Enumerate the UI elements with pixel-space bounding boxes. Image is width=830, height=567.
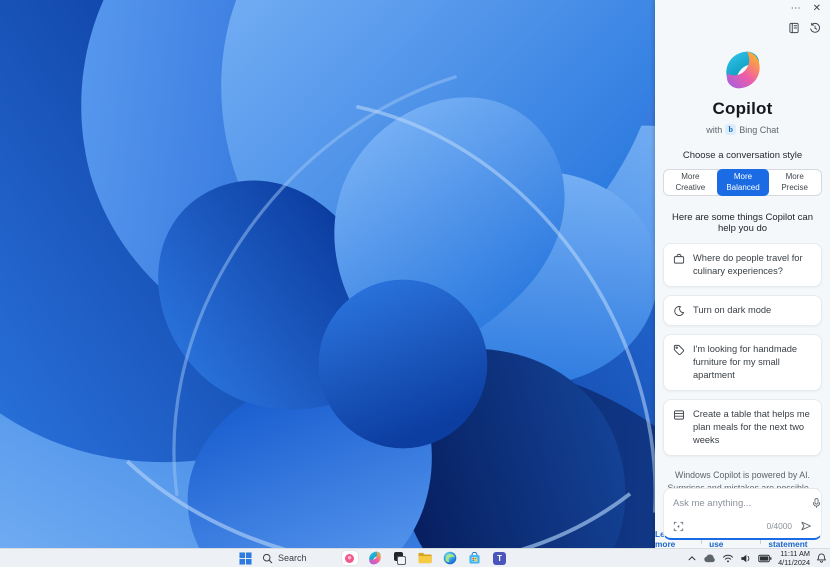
bell-icon	[816, 552, 827, 564]
cloud-icon	[703, 553, 716, 563]
battery-button[interactable]	[758, 554, 772, 563]
edge-icon	[443, 551, 457, 565]
copilot-logo	[723, 50, 763, 90]
microsoft-store-button[interactable]	[467, 550, 483, 566]
onedrive-button[interactable]	[703, 553, 716, 563]
conversation-style-heading: Choose a conversation style	[655, 150, 830, 161]
copilot-subtitle: with b Bing Chat	[655, 124, 830, 135]
search-icon	[262, 553, 273, 564]
widgets-button[interactable]	[342, 550, 358, 566]
search-box[interactable]: Search	[262, 553, 307, 564]
copilot-title: Copilot	[655, 99, 830, 119]
battery-icon	[758, 554, 772, 563]
task-view-button[interactable]	[392, 550, 408, 566]
panel-window-controls: ⋯ ✕	[655, 0, 830, 14]
teams-button[interactable]: T	[492, 550, 508, 566]
history-icon[interactable]	[809, 22, 821, 34]
suggestion-card-travel[interactable]: Where do people travel for culinary expe…	[663, 243, 822, 287]
chevron-up-icon	[687, 554, 697, 563]
copilot-panel: ⋯ ✕ Copilot	[655, 0, 830, 548]
suggestion-card-meal-table[interactable]: Create a table that helps me plan meals …	[663, 399, 822, 456]
suggestion-cards: Where do people travel for culinary expe…	[663, 243, 822, 456]
edge-button[interactable]	[442, 550, 458, 566]
chat-composer: 0/4000	[663, 488, 822, 540]
briefcase-icon	[673, 253, 685, 265]
subtitle-brand: Bing Chat	[739, 125, 779, 135]
suggestion-card-furniture[interactable]: I'm looking for handmade furniture for m…	[663, 334, 822, 391]
taskbar-center: Search	[237, 549, 508, 567]
tag-icon	[673, 344, 685, 356]
suggestion-card-text: Create a table that helps me plan meals …	[693, 408, 812, 447]
speaker-icon	[740, 553, 752, 564]
bing-logo-icon: b	[725, 124, 736, 135]
panel-toolbar	[655, 14, 830, 34]
send-icon[interactable]	[800, 520, 812, 532]
notebook-icon[interactable]	[788, 22, 800, 34]
microsoft-store-icon	[468, 552, 481, 565]
file-explorer-button[interactable]	[417, 550, 433, 566]
notifications-button[interactable]	[816, 552, 827, 564]
subtitle-prefix: with	[706, 125, 722, 135]
copilot-icon	[368, 551, 382, 565]
suggestions-heading: Here are some things Copilot can help yo…	[655, 212, 830, 234]
start-button[interactable]	[237, 550, 253, 566]
wifi-icon	[722, 553, 734, 563]
style-option-label: More	[734, 172, 752, 182]
taskbar: Search	[0, 548, 830, 567]
screenshot-icon[interactable]	[673, 521, 684, 532]
suggestion-card-text: I'm looking for handmade furniture for m…	[693, 343, 812, 382]
dark-mode-icon	[673, 305, 685, 317]
suggestion-card-text: Turn on dark mode	[693, 304, 771, 317]
system-tray: 11:11 AM 4/11/2024	[687, 549, 827, 567]
teams-icon: T	[493, 552, 506, 565]
tray-date: 4/11/2024	[778, 558, 810, 567]
style-option-label: Balanced	[726, 183, 759, 193]
style-option-label: Precise	[781, 183, 808, 193]
microphone-icon[interactable]	[811, 497, 822, 509]
hidden-icons-chevron[interactable]	[687, 554, 697, 563]
chat-input[interactable]	[673, 498, 805, 509]
style-option-label: More	[681, 172, 699, 182]
clock[interactable]: 11:11 AM 4/11/2024	[778, 549, 810, 567]
copilot-taskbar-button[interactable]	[367, 550, 383, 566]
more-options-button[interactable]: ⋯	[791, 4, 801, 14]
wifi-button[interactable]	[722, 553, 734, 563]
conversation-style-selector: More Creative More Balanced More Precise	[663, 169, 822, 196]
suggestion-card-text: Where do people travel for culinary expe…	[693, 252, 812, 278]
table-icon	[673, 409, 685, 421]
widgets-weather-icon	[342, 551, 358, 565]
folder-icon	[418, 552, 432, 564]
desktop-screen: ⋯ ✕ Copilot	[0, 0, 830, 567]
style-option-balanced[interactable]: More Balanced	[717, 169, 770, 196]
tray-time: 11:11 AM	[778, 549, 810, 558]
close-button[interactable]: ✕	[813, 4, 821, 14]
search-label: Search	[278, 553, 307, 563]
style-option-creative[interactable]: More Creative	[664, 170, 718, 195]
character-counter: 0/4000	[767, 521, 792, 531]
style-option-label: More	[786, 172, 804, 182]
volume-button[interactable]	[740, 553, 752, 564]
style-option-precise[interactable]: More Precise	[768, 170, 821, 195]
suggestion-card-dark-mode[interactable]: Turn on dark mode	[663, 295, 822, 326]
style-option-label: Creative	[675, 183, 705, 193]
